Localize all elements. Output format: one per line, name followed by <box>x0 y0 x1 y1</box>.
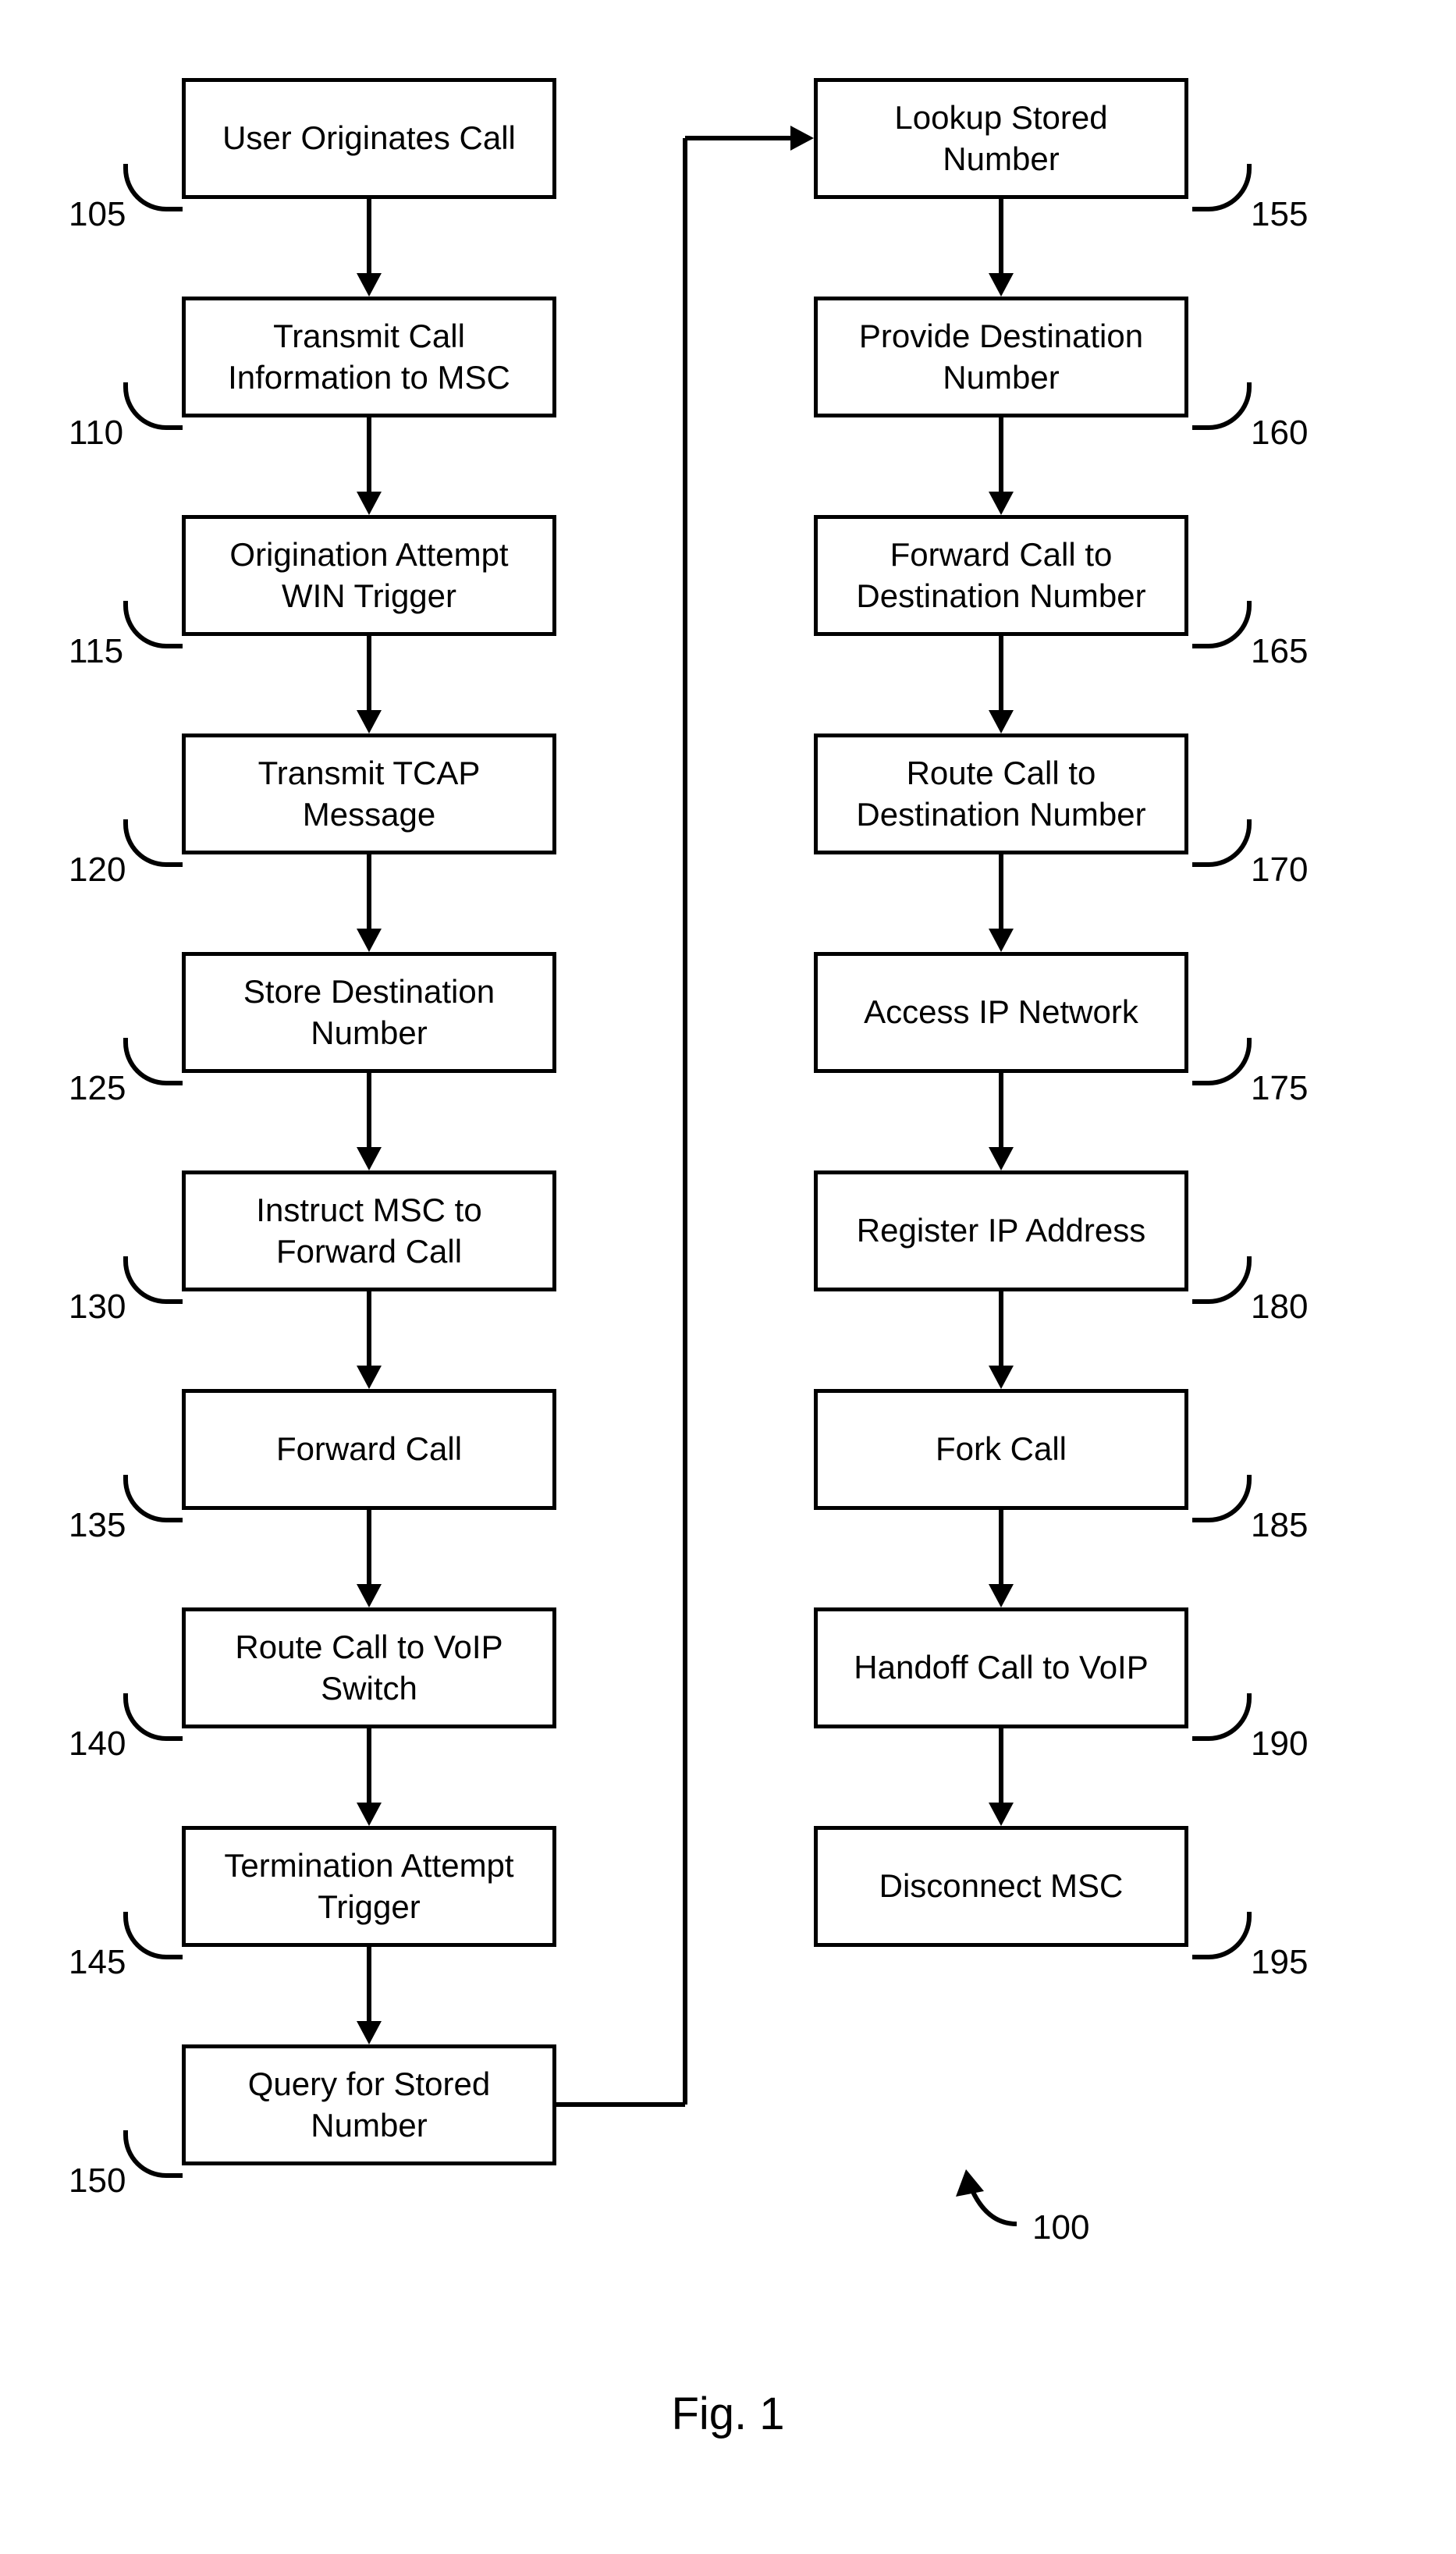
arrow-down-icon <box>998 636 1004 734</box>
ref-185: 185 <box>1251 1506 1308 1545</box>
ref-120: 120 <box>69 851 126 890</box>
ref-hook-icon <box>123 382 183 430</box>
box-170: Route Call to Destination Number <box>814 734 1188 854</box>
arrow-down-icon <box>998 199 1004 297</box>
arrow-down-icon <box>366 417 372 515</box>
ref-hook-icon <box>1192 1038 1252 1085</box>
figure-label: Fig. 1 <box>671 2388 784 2440</box>
ref-hook-icon <box>1192 1475 1252 1522</box>
box-label: Transmit TCAP Message <box>201 753 537 835</box>
flowchart-diagram: User Originates Call Transmit Call Infor… <box>34 47 1422 2505</box>
box-label: Access IP Network <box>864 992 1138 1033</box>
box-175: Access IP Network <box>814 952 1188 1073</box>
box-label: Store Destination Number <box>201 972 537 1053</box>
box-label: Origination Attempt WIN Trigger <box>201 535 537 616</box>
box-label: Route Call to Destination Number <box>833 753 1169 835</box>
ref-hook-icon <box>1192 1693 1252 1741</box>
box-110: Transmit Call Information to MSC <box>182 297 556 417</box>
arrow-down-icon <box>366 199 372 297</box>
ref-hook-icon <box>123 1256 183 1304</box>
ref-165: 165 <box>1251 632 1308 671</box>
box-label: Route Call to VoIP Switch <box>201 1627 537 1709</box>
ref-figure: 100 <box>1032 2208 1089 2247</box>
ref-105: 105 <box>69 195 126 234</box>
ref-155: 155 <box>1251 195 1308 234</box>
box-195: Disconnect MSC <box>814 1826 1188 1947</box>
ref-hook-icon <box>1192 382 1252 430</box>
ref-135: 135 <box>69 1506 126 1545</box>
box-185: Fork Call <box>814 1389 1188 1510</box>
ref-hook-icon <box>123 1693 183 1741</box>
arrow-down-icon <box>366 1947 372 2044</box>
ref-145: 145 <box>69 1943 126 1982</box>
box-150: Query for Stored Number <box>182 2044 556 2165</box>
ref-110: 110 <box>69 414 123 453</box>
ref-hook-icon <box>1192 819 1252 867</box>
box-105: User Originates Call <box>182 78 556 199</box>
box-label: Lookup Stored Number <box>833 98 1169 179</box>
ref-hook-icon <box>123 2130 183 2178</box>
ref-175: 175 <box>1251 1069 1308 1108</box>
box-165: Forward Call to Destination Number <box>814 515 1188 636</box>
box-label: Instruct MSC to Forward Call <box>201 1190 537 1272</box>
box-130: Instruct MSC to Forward Call <box>182 1170 556 1291</box>
arrow-down-icon <box>998 1291 1004 1389</box>
box-190: Handoff Call to VoIP <box>814 1607 1188 1728</box>
ref-125: 125 <box>69 1069 126 1108</box>
box-label: Register IP Address <box>857 1210 1145 1252</box>
box-155: Lookup Stored Number <box>814 78 1188 199</box>
ref-hook-icon <box>123 819 183 867</box>
box-135: Forward Call <box>182 1389 556 1510</box>
ref-160: 160 <box>1251 414 1308 453</box>
ref-170: 170 <box>1251 851 1308 890</box>
box-label: Forward Call to Destination Number <box>833 535 1169 616</box>
arrow-down-icon <box>366 1073 372 1170</box>
arrow-connector-icon <box>556 78 837 2138</box>
ref-hook-icon <box>123 1912 183 1959</box>
ref-130: 130 <box>69 1288 126 1327</box>
arrow-down-icon <box>998 1728 1004 1826</box>
box-label: Fork Call <box>936 1429 1067 1470</box>
box-160: Provide Destination Number <box>814 297 1188 417</box>
ref-hook-icon <box>123 164 183 211</box>
box-115: Origination Attempt WIN Trigger <box>182 515 556 636</box>
arrow-down-icon <box>366 854 372 952</box>
box-125: Store Destination Number <box>182 952 556 1073</box>
box-145: Termination Attempt Trigger <box>182 1826 556 1947</box>
box-label: Disconnect MSC <box>879 1866 1124 1907</box>
arrow-down-icon <box>366 1728 372 1826</box>
ref-hook-icon <box>1192 164 1252 211</box>
ref-hook-icon <box>123 1475 183 1522</box>
box-label: Query for Stored Number <box>201 2064 537 2146</box>
arrow-down-icon <box>366 1510 372 1607</box>
ref-hook-icon <box>1192 601 1252 648</box>
ref-190: 190 <box>1251 1725 1308 1764</box>
ref-195: 195 <box>1251 1943 1308 1982</box>
arrow-down-icon <box>998 417 1004 515</box>
ref-150: 150 <box>69 2161 126 2201</box>
ref-140: 140 <box>69 1725 126 1764</box>
box-180: Register IP Address <box>814 1170 1188 1291</box>
ref-hook-icon <box>946 2154 1040 2232</box>
ref-hook-icon <box>1192 1912 1252 1959</box>
box-label: Provide Destination Number <box>833 316 1169 398</box>
box-120: Transmit TCAP Message <box>182 734 556 854</box>
arrow-down-icon <box>998 1510 1004 1607</box>
box-label: User Originates Call <box>222 118 516 159</box>
box-label: Transmit Call Information to MSC <box>201 316 537 398</box>
arrow-down-icon <box>366 636 372 734</box>
box-label: Handoff Call to VoIP <box>854 1647 1148 1689</box>
arrow-down-icon <box>998 854 1004 952</box>
ref-hook-icon <box>123 601 183 648</box>
ref-hook-icon <box>123 1038 183 1085</box>
ref-180: 180 <box>1251 1288 1308 1327</box>
arrow-down-icon <box>366 1291 372 1389</box>
box-label: Forward Call <box>276 1429 462 1470</box>
ref-115: 115 <box>69 632 123 671</box>
box-label: Termination Attempt Trigger <box>201 1845 537 1927</box>
ref-hook-icon <box>1192 1256 1252 1304</box>
box-140: Route Call to VoIP Switch <box>182 1607 556 1728</box>
arrow-down-icon <box>998 1073 1004 1170</box>
